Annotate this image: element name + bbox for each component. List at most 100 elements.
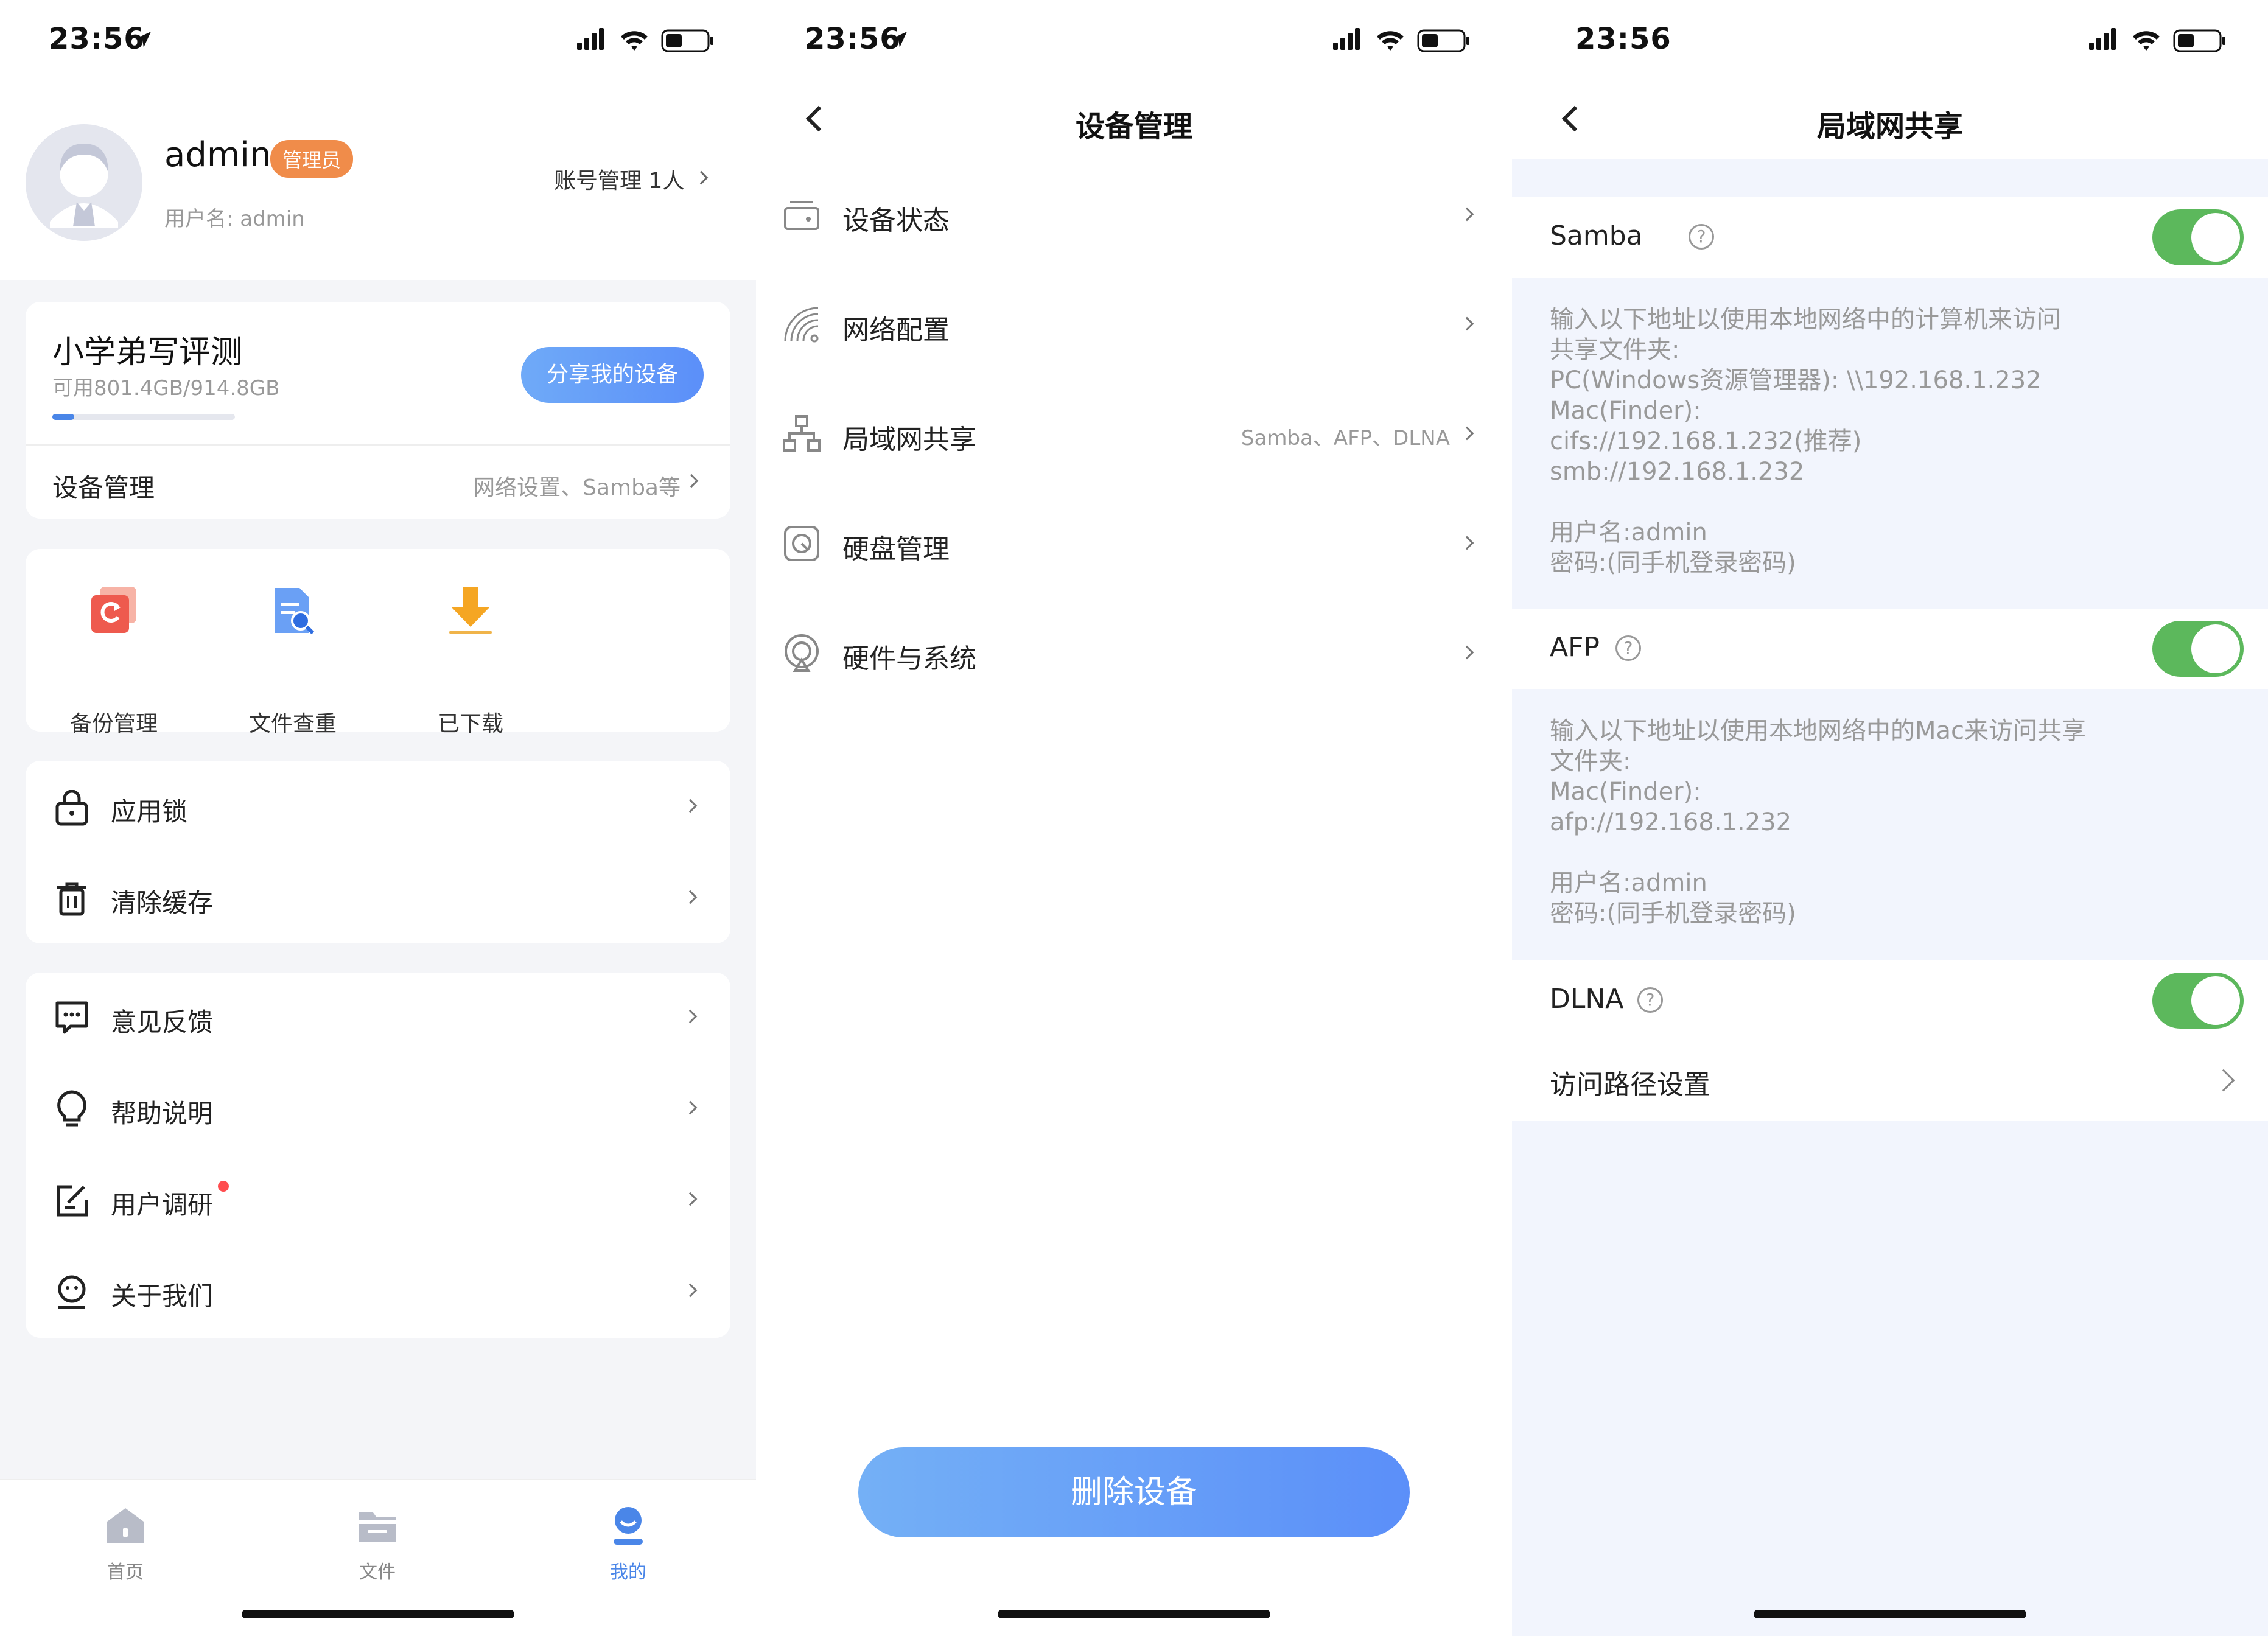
samba-row: Samba ?	[1512, 197, 2268, 278]
chevron-right-icon	[683, 1192, 698, 1206]
about-icon	[58, 1275, 86, 1309]
afp-toggle[interactable]	[2152, 621, 2244, 677]
dlna-label: DLNA	[1550, 984, 1624, 1015]
location-arrow-icon	[135, 32, 151, 47]
admin-badge: 管理员	[270, 140, 354, 178]
tool-downloaded[interactable]: 已下载	[407, 579, 534, 736]
menu-row-hardware[interactable]: 硬件与系统	[756, 615, 1512, 724]
avatar[interactable]	[26, 124, 142, 241]
wifi-config-icon	[784, 307, 819, 343]
menu-label: 硬件与系统	[842, 643, 976, 674]
disk-icon	[784, 526, 819, 561]
download-icon	[449, 587, 492, 634]
menu-label: 硬盘管理	[842, 534, 950, 565]
system-status-icons	[577, 28, 713, 52]
hardware-icon	[785, 634, 819, 672]
tool-label: 已下载	[437, 711, 503, 736]
about-row[interactable]: 关于我们	[26, 1246, 730, 1338]
tool-backup[interactable]: 备份管理	[50, 579, 178, 736]
screen-device-management: 23:56 设备管理 设备状态 网络配置 局域网共享 Samba、AFP、DLN…	[756, 0, 1512, 1636]
top-spacer	[1512, 159, 2268, 197]
chevron-right-icon	[1460, 645, 1474, 660]
samba-toggle[interactable]	[2152, 209, 2244, 265]
path-setting-row[interactable]: 访问路径设置	[1512, 1041, 2268, 1121]
device-management-label: 设备管理	[52, 473, 155, 503]
tools-card: 备份管理 文件查重 已下载	[26, 549, 730, 736]
tab-home-label: 首页	[107, 1562, 144, 1583]
share-device-button[interactable]: 分享我的设备	[521, 347, 704, 403]
device-status-icon	[784, 201, 819, 230]
screen-lan-sharing: 23:56 局域网共享 Samba ? 输入以下地址以使用本地网络中的计算机来访…	[1512, 0, 2268, 1636]
chevron-right-icon	[1460, 316, 1474, 331]
system-status-icons	[1333, 28, 1469, 52]
lock-icon	[55, 790, 88, 826]
help-question-icon[interactable]: ?	[1637, 987, 1663, 1013]
survey-row[interactable]: 用户调研	[26, 1155, 730, 1246]
menu-label: 设备状态	[842, 205, 950, 236]
system-status-icons	[2089, 28, 2225, 52]
tab-mine[interactable]: 我的	[567, 1498, 689, 1590]
device-card: 小学弟写评测 可用801.4GB/914.8GB 分享我的设备 设备管理 网络设…	[26, 302, 730, 519]
bulb-icon	[57, 1090, 86, 1127]
survey-icon	[57, 1185, 88, 1217]
home-indicator	[1754, 1610, 2026, 1618]
clear-cache-row[interactable]: 清除缓存	[26, 852, 730, 943]
status-bar: 23:56	[1512, 0, 2268, 79]
chevron-right-icon	[683, 890, 698, 904]
account-management-link[interactable]: 账号管理 1人	[554, 163, 712, 194]
backup-icon	[91, 587, 136, 633]
chevron-right-icon	[683, 799, 698, 813]
menu-row-disk[interactable]: 硬盘管理	[756, 505, 1512, 615]
help-question-icon[interactable]: ?	[1689, 224, 1714, 250]
profile-icon	[614, 1507, 643, 1545]
device-name: 小学弟写评测	[52, 334, 243, 371]
afp-info-text: 输入以下地址以使用本地网络中的Mac来访问共享 文件夹: Mac(Finder)…	[1550, 717, 2087, 928]
chevron-right-icon	[1460, 426, 1474, 441]
tab-home[interactable]: 首页	[65, 1498, 186, 1590]
device-management-sub: 网络设置、Samba等	[473, 475, 681, 500]
samba-info-text: 输入以下地址以使用本地网络中的计算机来访问 共享文件夹: PC(Windows资…	[1550, 306, 2061, 577]
tool-label: 备份管理	[69, 711, 158, 736]
account-management-label: 账号管理 1人	[554, 169, 685, 194]
tool-file-dedupe[interactable]: 文件查重	[229, 579, 357, 736]
help-label: 帮助说明	[111, 1099, 214, 1128]
menu-row-network[interactable]: 网络配置	[756, 286, 1512, 396]
profile-username: 用户名: admin	[164, 207, 305, 231]
chevron-right-icon	[694, 170, 709, 185]
dlna-toggle[interactable]	[2152, 973, 2244, 1029]
profile-name: admin	[164, 135, 271, 175]
menu-row-lan-share[interactable]: 局域网共享 Samba、AFP、DLNA	[756, 396, 1512, 505]
home-indicator	[998, 1610, 1270, 1618]
tab-files[interactable]: 文件	[317, 1498, 438, 1590]
menu-label: 局域网共享	[842, 424, 976, 455]
feedback-icon	[55, 1001, 88, 1034]
chevron-right-icon	[684, 474, 699, 488]
chevron-right-icon	[683, 1283, 698, 1298]
chevron-right-icon	[2212, 1069, 2235, 1092]
menu-row-device-status[interactable]: 设备状态	[756, 177, 1512, 286]
share-device-label: 分享我的设备	[546, 362, 678, 387]
page-title: 设备管理	[1075, 110, 1192, 144]
home-indicator	[242, 1610, 514, 1618]
folder-icon	[359, 1512, 396, 1542]
path-setting-label: 访问路径设置	[1550, 1069, 1710, 1100]
device-management-row[interactable]: 设备管理 网络设置、Samba等	[26, 446, 730, 519]
chevron-right-icon	[683, 1009, 698, 1024]
tab-files-label: 文件	[359, 1562, 396, 1583]
device-storage: 可用801.4GB/914.8GB	[52, 376, 280, 400]
feedback-row[interactable]: 意见反馈	[26, 973, 730, 1064]
help-row[interactable]: 帮助说明	[26, 1064, 730, 1155]
status-bar: 23:56	[756, 0, 1512, 79]
dlna-row: DLNA ?	[1512, 960, 2268, 1041]
new-dot-badge	[218, 1181, 229, 1192]
chevron-right-icon	[1460, 536, 1474, 550]
feedback-label: 意见反馈	[111, 1007, 214, 1037]
help-question-icon[interactable]: ?	[1615, 635, 1641, 661]
app-lock-row[interactable]: 应用锁	[26, 761, 730, 852]
screen-my-profile: 23:56 admin 管理员 用户名: admin 账号管理 1人 小学弟写评…	[0, 0, 756, 1636]
app-lock-label: 应用锁	[111, 797, 188, 827]
storage-progress-fill	[52, 414, 74, 420]
tab-mine-label: 我的	[610, 1562, 646, 1583]
delete-device-button[interactable]: 删除设备	[858, 1447, 1410, 1537]
status-time: 23:56	[805, 22, 901, 56]
